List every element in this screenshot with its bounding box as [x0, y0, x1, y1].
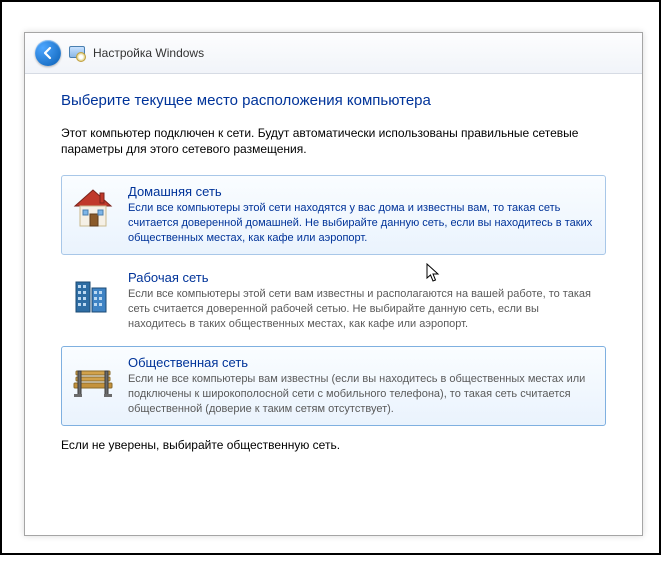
back-button[interactable] [35, 40, 61, 66]
screenshot-frame: Настройка Windows Выберите текущее место… [0, 0, 661, 555]
titlebar-text: Настройка Windows [93, 46, 204, 60]
option-home-title: Домашняя сеть [128, 184, 595, 199]
option-work-text: Рабочая сеть Если все компьютеры этой се… [128, 270, 595, 332]
titlebar: Настройка Windows [25, 33, 642, 74]
dialog-window: Настройка Windows Выберите текущее место… [24, 32, 643, 536]
footer-note: Если не уверены, выбирайте общественную … [61, 438, 606, 452]
option-public-network[interactable]: Общественная сеть Если не все компьютеры… [61, 346, 606, 426]
option-home-text: Домашняя сеть Если все компьютеры этой с… [128, 184, 595, 246]
option-home-desc: Если все компьютеры этой сети находятся … [128, 201, 595, 246]
page-title: Выберите текущее место расположения комп… [61, 92, 606, 109]
intro-text: Этот компьютер подключен к сети. Будут а… [61, 125, 606, 157]
dialog-content: Выберите текущее место расположения комп… [25, 74, 642, 535]
option-home-network[interactable]: Домашняя сеть Если все компьютеры этой с… [61, 175, 606, 255]
house-icon [70, 186, 116, 232]
office-buildings-icon [70, 272, 116, 318]
park-bench-icon [70, 357, 116, 403]
mouse-cursor-icon [426, 263, 440, 283]
option-work-title: Рабочая сеть [128, 270, 595, 285]
option-public-desc: Если не все компьютеры вам известны (есл… [128, 372, 595, 417]
option-public-title: Общественная сеть [128, 355, 595, 370]
option-public-text: Общественная сеть Если не все компьютеры… [128, 355, 595, 417]
windows-setup-icon [69, 45, 85, 61]
option-work-desc: Если все компьютеры этой сети вам извест… [128, 287, 595, 332]
back-arrow-icon [41, 46, 55, 60]
option-work-network[interactable]: Рабочая сеть Если все компьютеры этой се… [61, 261, 606, 341]
